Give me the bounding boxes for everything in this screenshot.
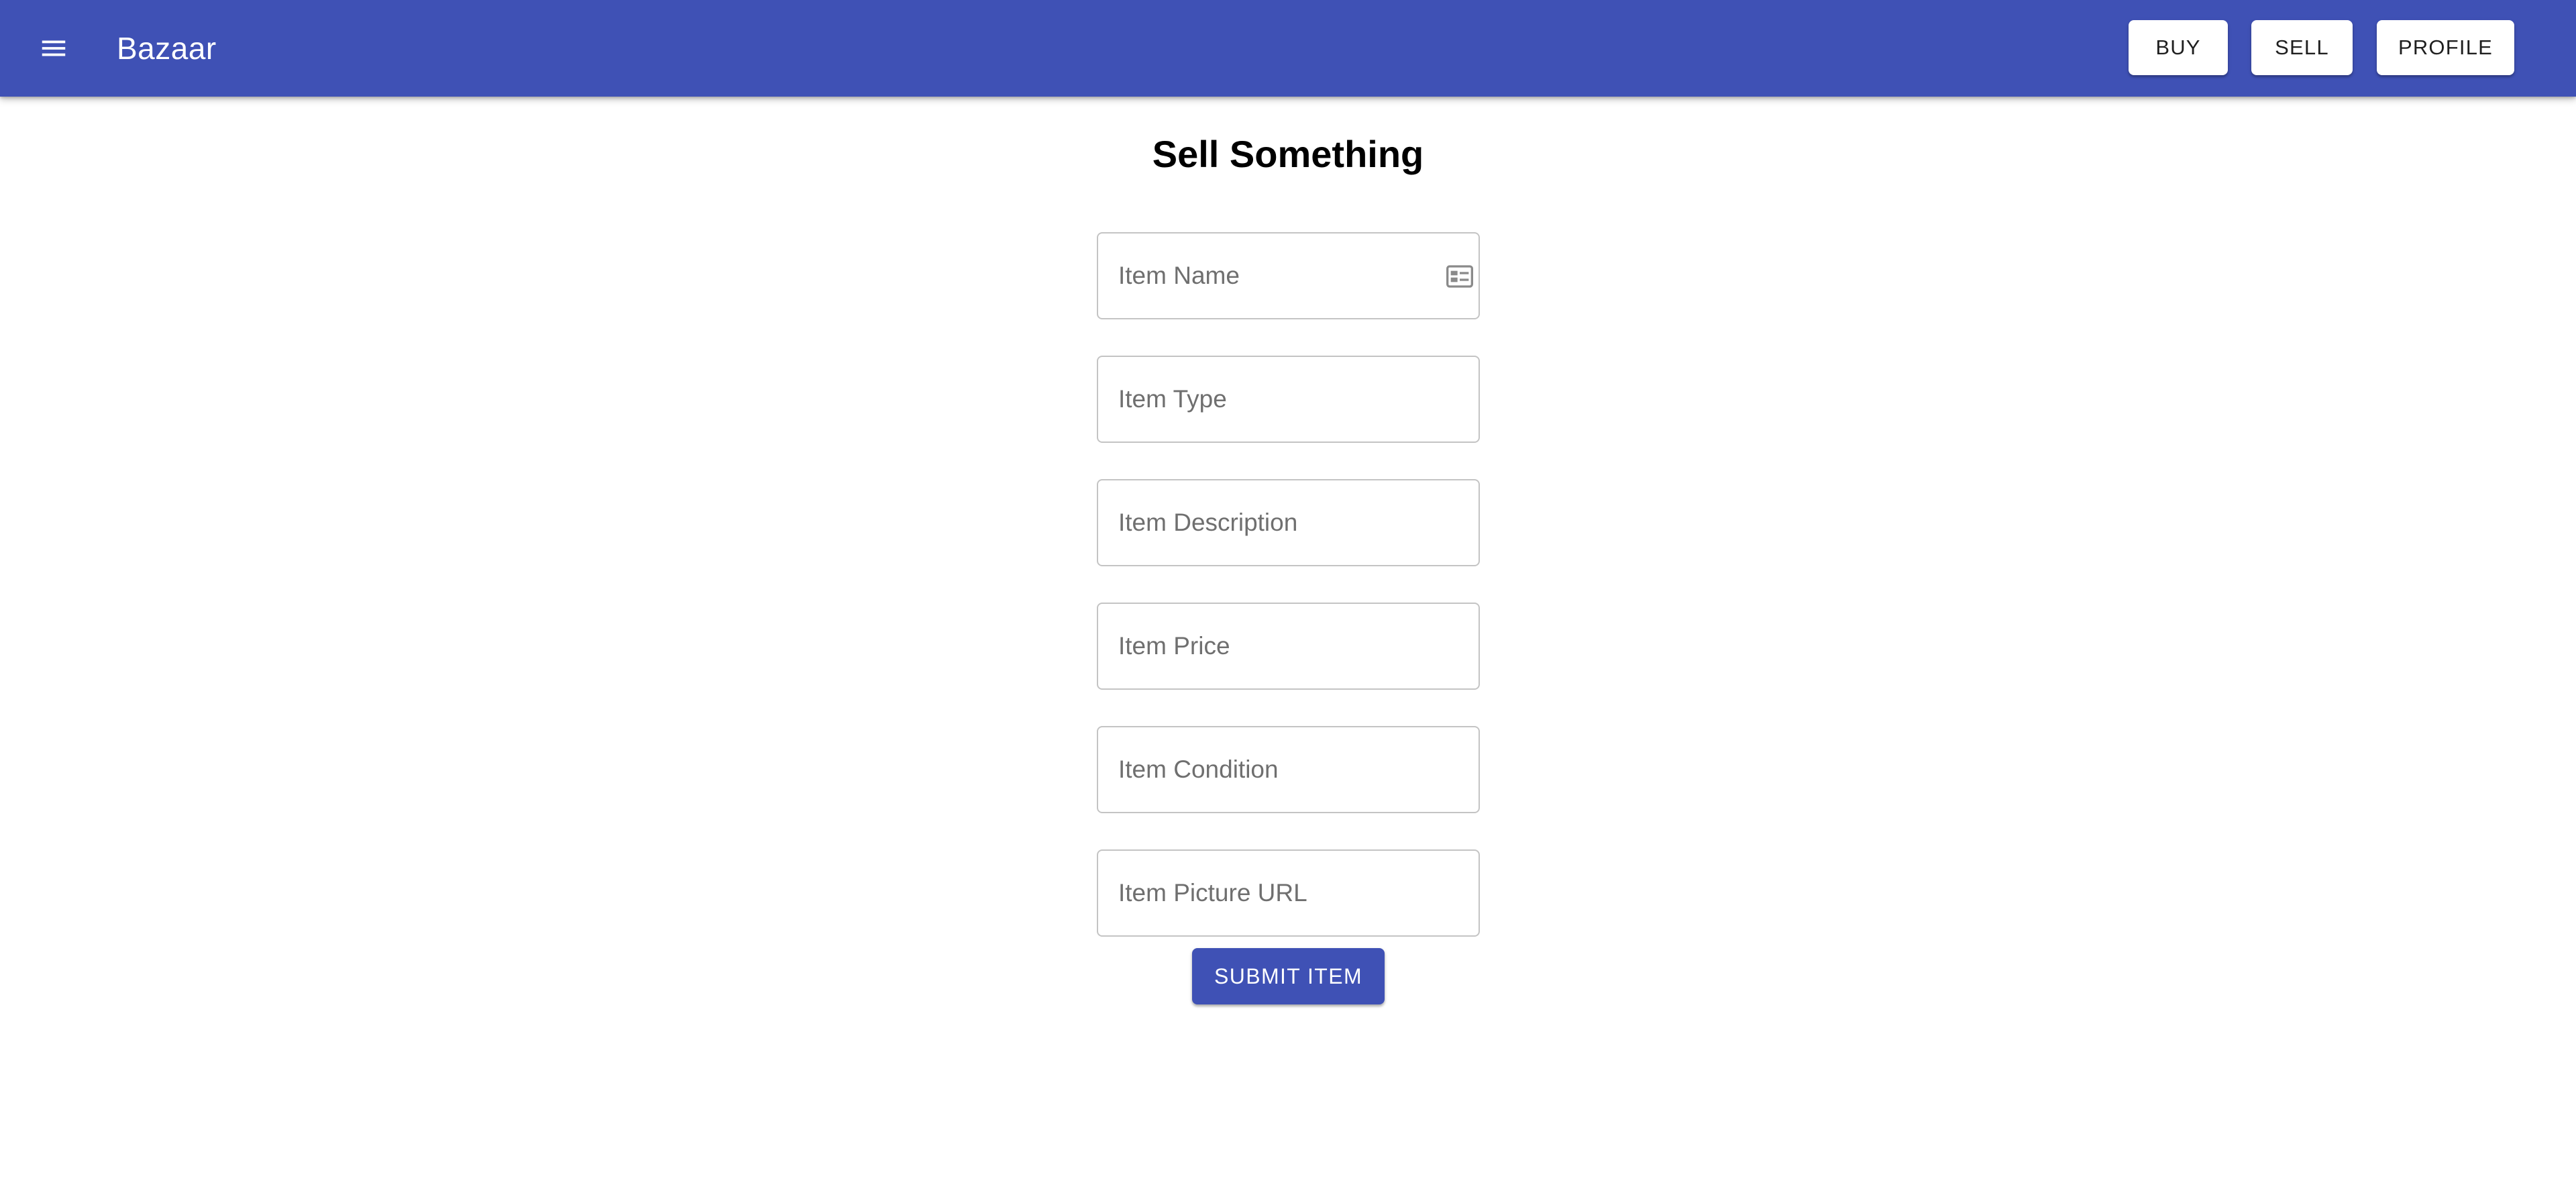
item-picture-url-input[interactable] (1098, 851, 1479, 935)
item-description-field (1097, 479, 1480, 566)
buy-button[interactable]: BUY (2129, 20, 2228, 75)
submit-item-button[interactable]: SUBMIT ITEM (1192, 948, 1385, 1004)
hamburger-menu-icon (42, 40, 66, 56)
page-title: Sell Something (1152, 133, 1424, 175)
item-price-field (1097, 603, 1480, 690)
menu-button[interactable] (30, 24, 78, 72)
item-type-field (1097, 356, 1480, 443)
item-description-input[interactable] (1098, 480, 1479, 565)
profile-button[interactable]: PROFILE (2377, 20, 2514, 75)
item-name-input[interactable] (1098, 234, 1479, 318)
item-condition-input[interactable] (1098, 727, 1479, 812)
app-bar: Bazaar BUY SELL PROFILE (0, 0, 2576, 97)
id-card-icon (1446, 265, 1473, 288)
item-type-input[interactable] (1098, 357, 1479, 442)
item-name-field (1097, 232, 1480, 319)
item-picture-url-field (1097, 849, 1480, 937)
app-title: Bazaar (117, 31, 217, 66)
item-price-input[interactable] (1098, 604, 1479, 688)
sell-button[interactable]: SELL (2251, 20, 2353, 75)
item-condition-field (1097, 726, 1480, 813)
